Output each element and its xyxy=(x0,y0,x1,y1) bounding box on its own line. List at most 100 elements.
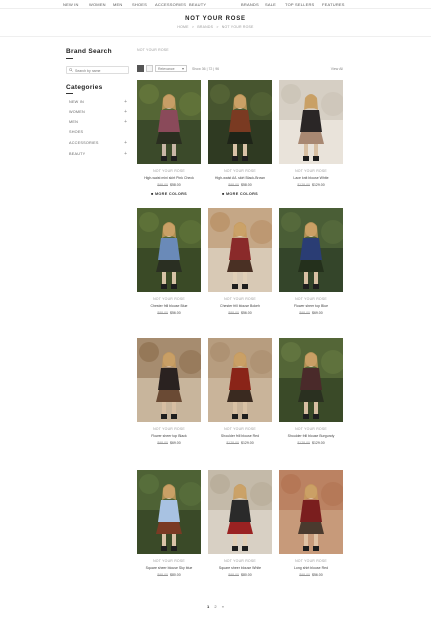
product-name[interactable]: Shoulder frill blouse Red xyxy=(208,434,272,438)
product-name[interactable]: Square sheer blouse Sky blue xyxy=(137,566,201,570)
product-price: $98.00 $80.00 xyxy=(137,573,201,577)
product-image[interactable] xyxy=(208,80,272,164)
next-page-link[interactable]: » xyxy=(222,604,224,609)
category-label: ACCESSORIES xyxy=(69,141,99,145)
product-brand[interactable]: NOT YOUR ROSE xyxy=(279,169,343,173)
product-brand[interactable]: NOT YOUR ROSE xyxy=(279,297,343,301)
chevron-down-icon: ▾ xyxy=(181,66,184,71)
product-image[interactable] xyxy=(208,208,272,292)
main-breadcrumb[interactable]: NOT YOUR ROSE xyxy=(137,48,169,52)
product-price: $128.00 $129.00 xyxy=(279,441,343,445)
category-label: WOMEN xyxy=(69,110,85,114)
categories-heading: Categories xyxy=(66,84,103,91)
breadcrumb-home[interactable]: HOME xyxy=(177,25,188,29)
original-price: $128.00 xyxy=(297,183,310,187)
page-1-link[interactable]: 1 xyxy=(207,604,209,609)
product-name[interactable]: Chester frill blouse Blue xyxy=(137,304,201,308)
product-name[interactable]: Chester frill blouse Bokeh xyxy=(208,304,272,308)
expand-plus-icon[interactable]: + xyxy=(124,119,127,125)
product-brand[interactable]: NOT YOUR ROSE xyxy=(208,297,272,301)
product-brand[interactable]: NOT YOUR ROSE xyxy=(279,427,343,431)
category-men[interactable]: MEN + xyxy=(66,119,128,127)
nav-men[interactable]: MEN xyxy=(113,2,123,7)
expand-plus-icon[interactable]: + xyxy=(124,151,127,157)
more-colors-link[interactable]: ■ MORE COLORS xyxy=(137,192,201,196)
product-name[interactable]: Lace knit blouse White xyxy=(279,176,343,180)
nav-new-in[interactable]: NEW IN xyxy=(63,2,79,7)
view-all-link[interactable]: View All xyxy=(331,67,343,71)
product-image[interactable] xyxy=(279,470,343,554)
category-shoes[interactable]: SHOES xyxy=(66,129,128,137)
product-name[interactable]: Shoulder frill blouse Burgundy xyxy=(279,434,343,438)
category-accessories[interactable]: ACCESSORIES + xyxy=(66,140,128,148)
product-name[interactable]: Flower sheer top Black xyxy=(137,434,201,438)
product-price: $98.00 $58.00 xyxy=(208,183,272,187)
sale-price: $56.00 xyxy=(170,311,181,315)
product-name[interactable]: High-waist A/L skirt Black-Brown xyxy=(208,176,272,180)
expand-plus-icon[interactable]: + xyxy=(124,109,127,115)
product-name[interactable]: Square sheer blouse White xyxy=(208,566,272,570)
breadcrumb-separator: > xyxy=(216,25,219,29)
category-new-in[interactable]: NEW IN + xyxy=(66,99,128,107)
product-brand[interactable]: NOT YOUR ROSE xyxy=(137,169,201,173)
sale-price: $58.00 xyxy=(170,183,181,187)
category-label: SHOES xyxy=(69,130,84,134)
product-brand[interactable]: NOT YOUR ROSE xyxy=(279,559,343,563)
more-colors-link[interactable]: ■ MORE COLORS xyxy=(208,192,272,196)
product-image[interactable] xyxy=(279,208,343,292)
product-name[interactable]: Flower sheer top Blue xyxy=(279,304,343,308)
product-price: $88.00 $56.00 xyxy=(137,311,201,315)
page-size-options[interactable]: Show 36 | 72 | 96 xyxy=(192,67,219,71)
product-brand[interactable]: NOT YOUR ROSE xyxy=(137,559,201,563)
list-view-icon[interactable] xyxy=(146,65,153,72)
brand-search-box[interactable] xyxy=(66,66,129,74)
category-label: BEAUTY xyxy=(69,152,86,156)
nav-women[interactable]: WOMEN xyxy=(89,2,106,7)
nav-brands[interactable]: BRANDS xyxy=(241,2,259,7)
sale-price: $129.00 xyxy=(312,441,325,445)
product-image[interactable] xyxy=(279,80,343,164)
brand-search-input[interactable] xyxy=(75,68,127,73)
breadcrumb: HOME > BRANDS > NOT YOUR ROSE xyxy=(0,25,431,29)
pagination: 1 2 » xyxy=(0,604,431,609)
sale-price: $129.00 xyxy=(312,183,325,187)
nav-beauty[interactable]: BEAUTY xyxy=(189,2,206,7)
header-divider xyxy=(0,36,431,37)
breadcrumb-separator: > xyxy=(191,25,195,29)
expand-plus-icon[interactable]: + xyxy=(124,140,127,146)
sale-price: $69.00 xyxy=(170,441,181,445)
original-price: $98.00 xyxy=(157,441,168,445)
category-women[interactable]: WOMEN + xyxy=(66,109,128,117)
product-brand[interactable]: NOT YOUR ROSE xyxy=(208,559,272,563)
product-name[interactable]: High-waist mini skirt Pink Check xyxy=(137,176,201,180)
product-image[interactable] xyxy=(137,208,201,292)
sort-select[interactable]: Relevance ▾ xyxy=(155,65,187,72)
product-price: $98.00 $56.00 xyxy=(279,573,343,577)
grid-view-icon[interactable] xyxy=(137,65,144,72)
nav-features[interactable]: FEATURES xyxy=(322,2,345,7)
product-image[interactable] xyxy=(208,338,272,422)
nav-sale[interactable]: SALE xyxy=(265,2,276,7)
product-image[interactable] xyxy=(208,470,272,554)
product-brand[interactable]: NOT YOUR ROSE xyxy=(137,427,201,431)
nav-top-sellers[interactable]: TOP SELLERS xyxy=(285,2,314,7)
nav-accessories[interactable]: ACCESSORIES xyxy=(155,2,186,7)
expand-plus-icon[interactable]: + xyxy=(124,99,127,105)
category-beauty[interactable]: BEAUTY + xyxy=(66,151,128,159)
product-brand[interactable]: NOT YOUR ROSE xyxy=(208,169,272,173)
product-name[interactable]: Long shirt blouse Red xyxy=(279,566,343,570)
nav-shoes[interactable]: SHOES xyxy=(132,2,147,7)
product-brand[interactable]: NOT YOUR ROSE xyxy=(137,297,201,301)
original-price: $88.00 xyxy=(157,311,168,315)
product-price: $98.00 $69.00 xyxy=(279,311,343,315)
product-image[interactable] xyxy=(137,470,201,554)
sale-price: $56.00 xyxy=(241,311,252,315)
product-brand[interactable]: NOT YOUR ROSE xyxy=(208,427,272,431)
breadcrumb-brands[interactable]: BRANDS xyxy=(197,25,213,29)
sale-price: $69.00 xyxy=(312,311,323,315)
product-image[interactable] xyxy=(137,338,201,422)
page-2-link[interactable]: 2 xyxy=(214,604,216,609)
product-image[interactable] xyxy=(279,338,343,422)
product-image[interactable] xyxy=(137,80,201,164)
product-price: $128.00 $129.00 xyxy=(279,183,343,187)
